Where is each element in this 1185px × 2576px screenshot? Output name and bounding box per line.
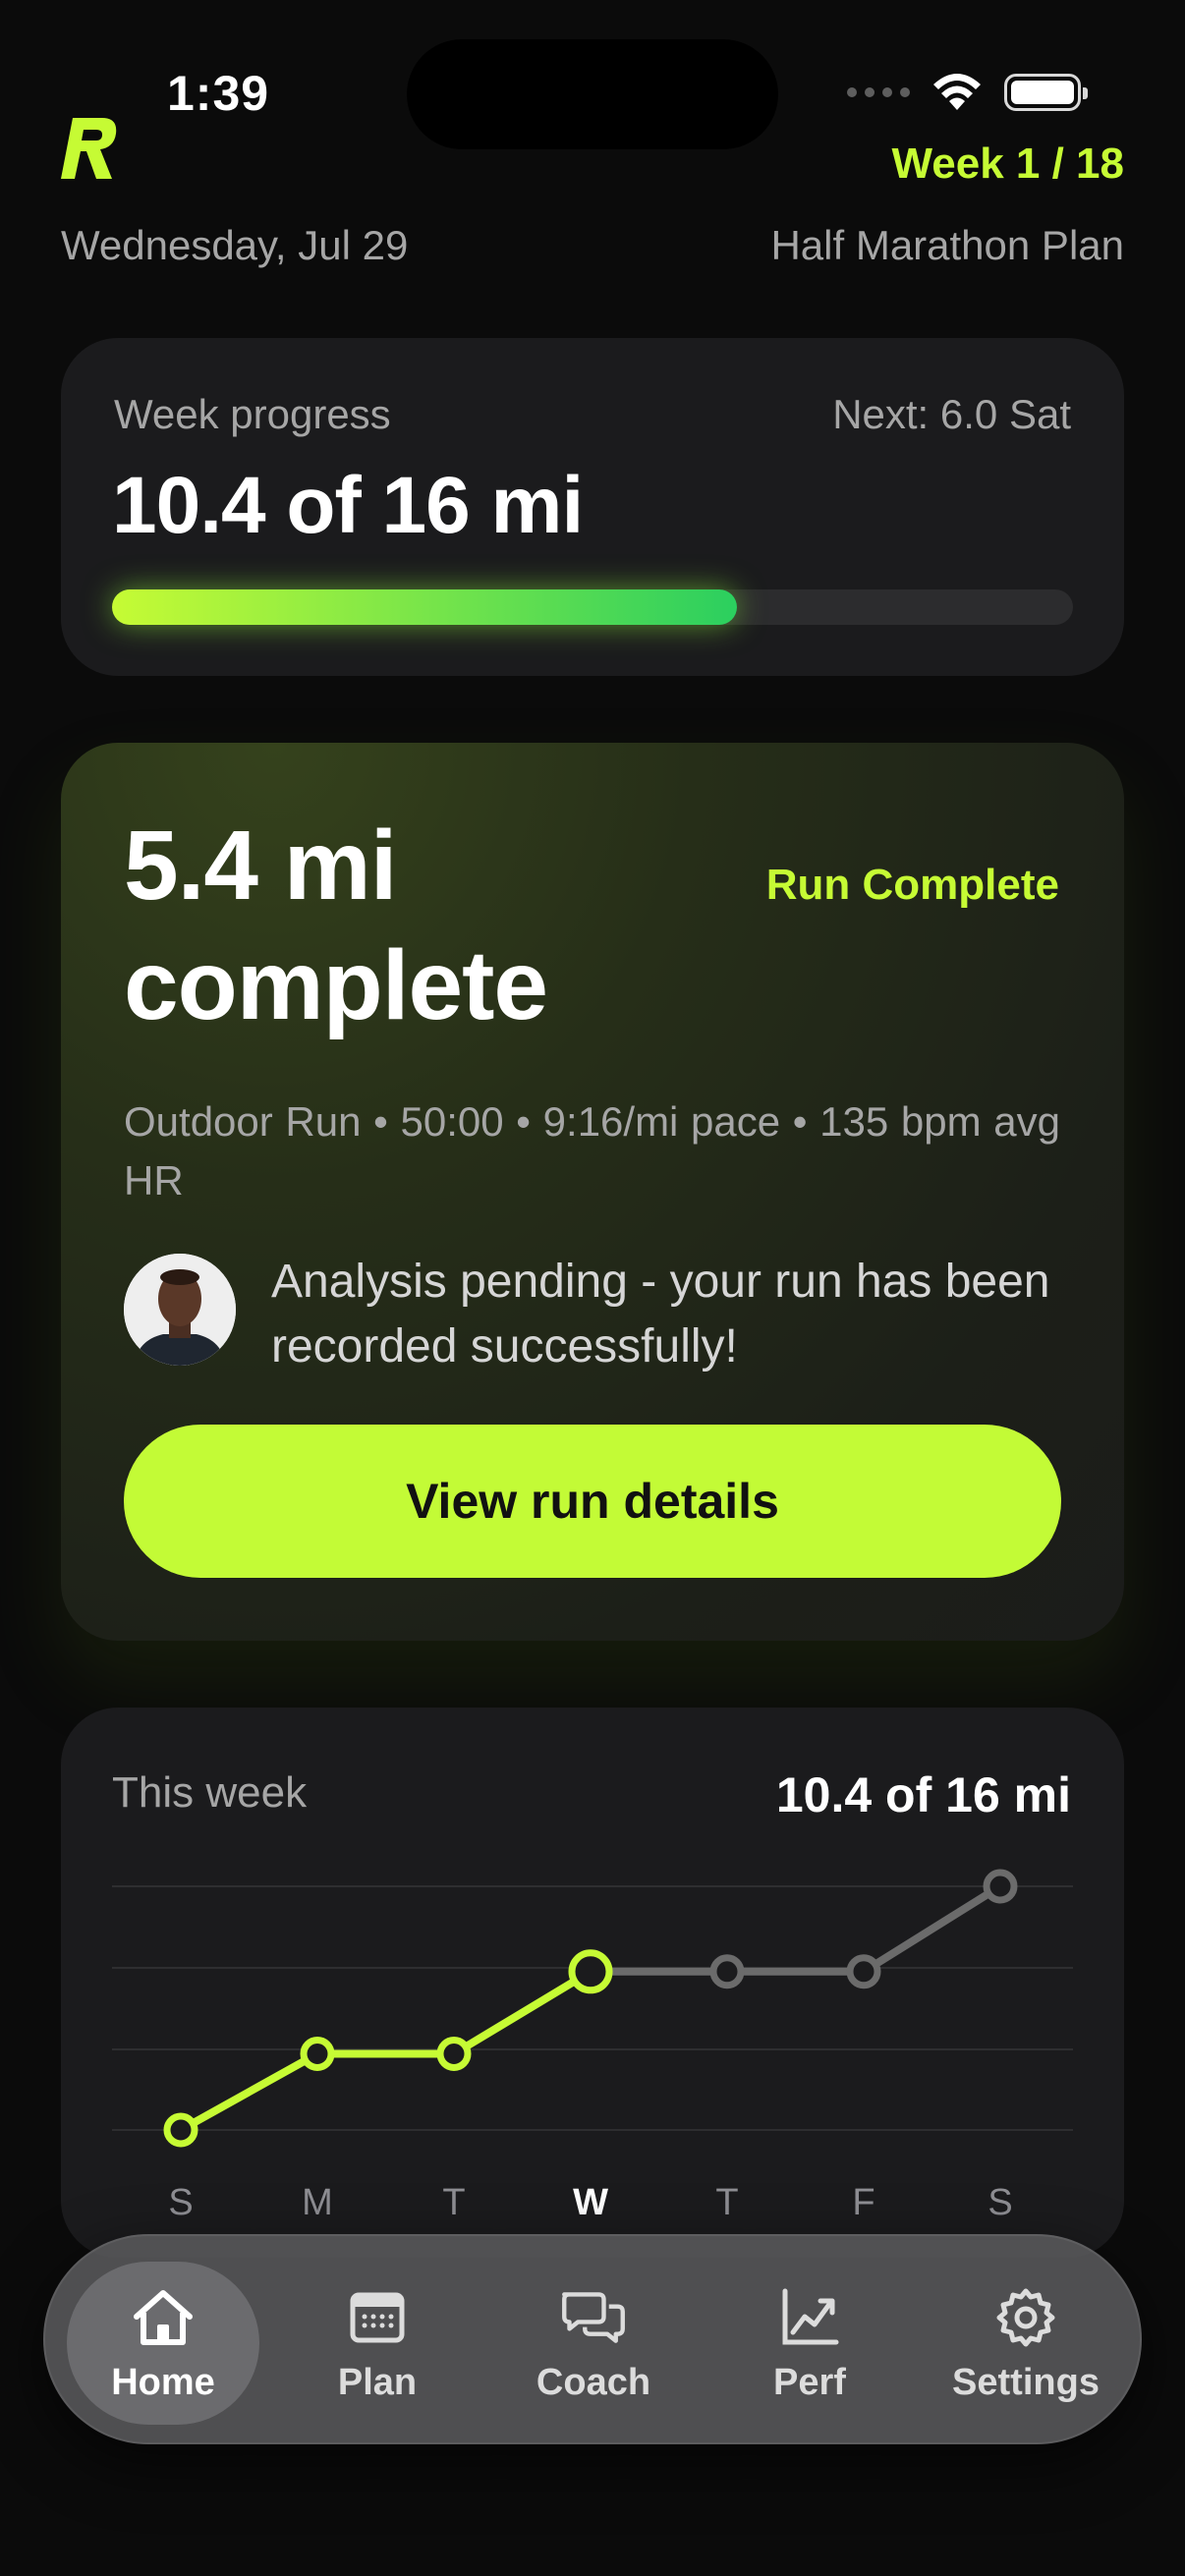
dynamic-island: [407, 39, 778, 149]
chart-point-4: [709, 1954, 745, 1989]
plan-name[interactable]: Half Marathon Plan: [770, 222, 1124, 269]
this-week-card[interactable]: This week 10.4 of 16 mi SMTWTFS: [61, 1708, 1124, 2258]
chart-line-completed: [179, 1968, 593, 2134]
home-icon: [134, 2289, 193, 2345]
chart-point-3: [568, 1949, 613, 1994]
chart-day-label-4: T: [715, 2182, 738, 2223]
tab-perf-label: Perf: [773, 2361, 846, 2403]
app-logo[interactable]: [59, 116, 120, 181]
coach-avatar: [124, 1254, 236, 1366]
bottom-tab-bar: Home Plan Coach Perf Settings: [43, 2234, 1142, 2444]
chart-day-label-3: W: [573, 2182, 608, 2223]
status-icons: [847, 73, 1088, 112]
tab-plan-label: Plan: [337, 2361, 418, 2403]
status-time: 1:39: [167, 66, 270, 121]
tab-plan[interactable]: Plan: [281, 2262, 474, 2425]
week-progress-label: Week progress: [114, 391, 391, 437]
run-stats: Outdoor Run • 50:00 • 9:16/mi pace • 135…: [124, 1098, 1061, 1204]
chart-point-6: [983, 1869, 1018, 1904]
tab-home-label: Home: [111, 2361, 215, 2403]
trend-chart-icon: [782, 2288, 839, 2344]
current-date: Wednesday, Jul 29: [61, 222, 409, 268]
run-complete-card: 5.4 mi complete Run Complete Outdoor Run…: [61, 743, 1124, 1641]
chart-day-label-1: M: [302, 2182, 333, 2223]
tab-home[interactable]: Home: [67, 2262, 259, 2425]
chart-line-planned: [591, 1882, 1003, 1976]
tab-perf[interactable]: Perf: [713, 2262, 906, 2425]
view-run-details-button[interactable]: View run details: [124, 1425, 1061, 1578]
run-complete-badge: Run Complete: [765, 861, 1059, 909]
chart-point-1: [300, 2037, 335, 2071]
week-progress-fill: [112, 589, 737, 625]
run-title-line-1: 5.4 mi: [124, 811, 398, 921]
cellular-signal-icon: [847, 87, 910, 97]
chart-day-label-6: S: [988, 2182, 1012, 2223]
chart-day-label-5: F: [852, 2182, 875, 2223]
chart-point-0: [163, 2112, 198, 2148]
week-indicator[interactable]: Week 1 / 18: [892, 140, 1124, 189]
coach-message: Analysis pending - your run has been rec…: [271, 1256, 1050, 1372]
battery-icon: [1004, 74, 1088, 111]
week-progress-summary: 10.4 of 16 mi: [112, 461, 584, 550]
tab-coach-label: Coach: [536, 2361, 651, 2403]
chat-bubbles-icon: [562, 2291, 625, 2343]
next-run-label: Next: 6.0 Sat: [832, 391, 1071, 437]
chart-day-label-0: S: [168, 2182, 193, 2223]
gear-icon: [996, 2288, 1055, 2346]
chart-point-5: [846, 1954, 881, 1989]
tab-settings-label: Settings: [952, 2361, 1100, 2403]
week-progress-bar: [112, 589, 1073, 625]
run-title-line-2: complete: [124, 930, 548, 1040]
chart-point-2: [436, 2037, 472, 2071]
tab-coach[interactable]: Coach: [497, 2262, 690, 2425]
tab-settings[interactable]: Settings: [930, 2262, 1122, 2425]
run-distance-title: 5.4 mi complete: [124, 806, 548, 1045]
chart-day-label-2: T: [442, 2182, 465, 2223]
week-progress-card[interactable]: Week progress Next: 6.0 Sat 10.4 of 16 m…: [61, 338, 1124, 676]
wifi-icon: [933, 74, 981, 110]
weekly-mileage-chart: SMTWTFS: [112, 1869, 1073, 2223]
calendar-icon: [350, 2292, 405, 2342]
